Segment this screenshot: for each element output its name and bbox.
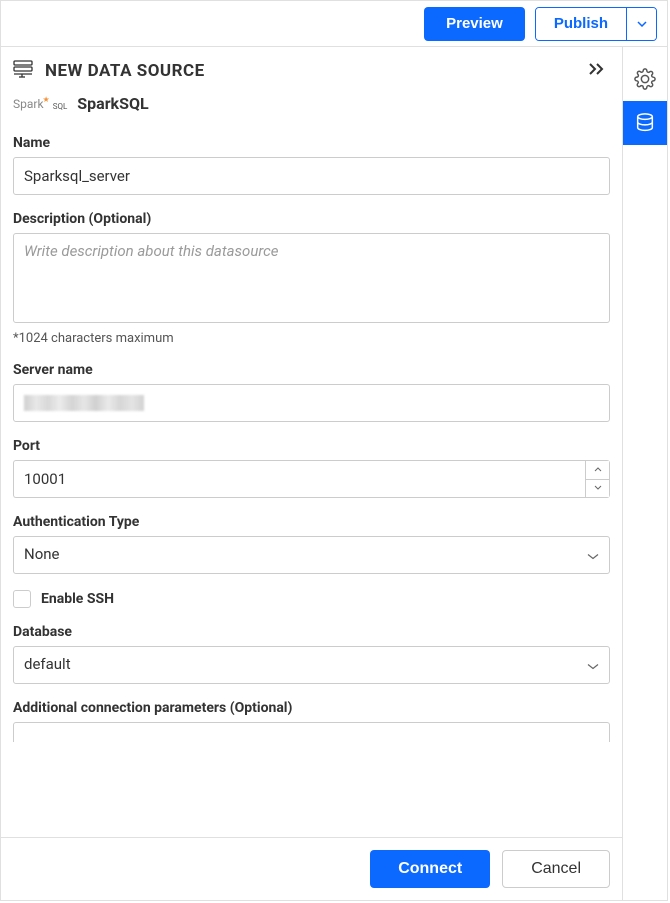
port-input[interactable]	[13, 460, 585, 498]
chevron-double-right-icon	[588, 62, 606, 76]
database-icon	[634, 112, 656, 134]
db-type-name: SparkSQL	[77, 94, 148, 113]
panel-footer: Connect Cancel	[1, 837, 622, 900]
caret-down-icon	[637, 21, 647, 27]
top-toolbar: Preview Publish	[1, 1, 667, 47]
chevron-down-icon	[594, 485, 602, 490]
port-label: Port	[13, 438, 610, 454]
cancel-button[interactable]: Cancel	[502, 850, 610, 888]
enable-ssh-label: Enable SSH	[41, 591, 114, 607]
name-label: Name	[13, 135, 610, 151]
server-name-input[interactable]	[13, 384, 610, 422]
settings-rail-button[interactable]	[623, 57, 667, 101]
publish-button-group: Publish	[535, 7, 657, 41]
additional-params-input[interactable]	[13, 722, 610, 742]
publish-dropdown-caret[interactable]	[626, 8, 656, 40]
name-input[interactable]	[13, 157, 610, 195]
additional-params-label: Additional connection parameters (Option…	[13, 700, 610, 716]
port-step-down[interactable]	[586, 480, 609, 498]
auth-type-label: Authentication Type	[13, 514, 610, 530]
enable-ssh-checkbox[interactable]	[13, 590, 31, 608]
description-textarea[interactable]	[13, 233, 610, 323]
server-name-redacted	[24, 395, 144, 411]
chevron-up-icon	[594, 467, 602, 472]
data-sources-rail-button[interactable]	[623, 101, 667, 145]
database-label: Database	[13, 624, 610, 640]
port-step-up[interactable]	[586, 461, 609, 480]
preview-button[interactable]: Preview	[424, 7, 525, 41]
database-select[interactable]: default	[13, 646, 610, 684]
sparksql-logo: Spark★SQL	[13, 97, 67, 111]
publish-button[interactable]: Publish	[536, 8, 626, 40]
port-spinner	[585, 460, 610, 498]
data-source-icon	[13, 60, 35, 82]
server-name-label: Server name	[13, 362, 610, 378]
data-source-panel: NEW DATA SOURCE Spark★SQL SparkSQL Name	[1, 47, 623, 900]
description-label: Description (Optional)	[13, 211, 610, 227]
collapse-panel-button[interactable]	[584, 57, 610, 84]
description-helper: *1024 characters maximum	[13, 331, 610, 346]
panel-title: NEW DATA SOURCE	[45, 61, 574, 81]
auth-type-select[interactable]: None	[13, 536, 610, 574]
connect-button[interactable]: Connect	[370, 850, 490, 888]
gear-icon	[634, 68, 656, 90]
side-rail	[623, 47, 667, 900]
